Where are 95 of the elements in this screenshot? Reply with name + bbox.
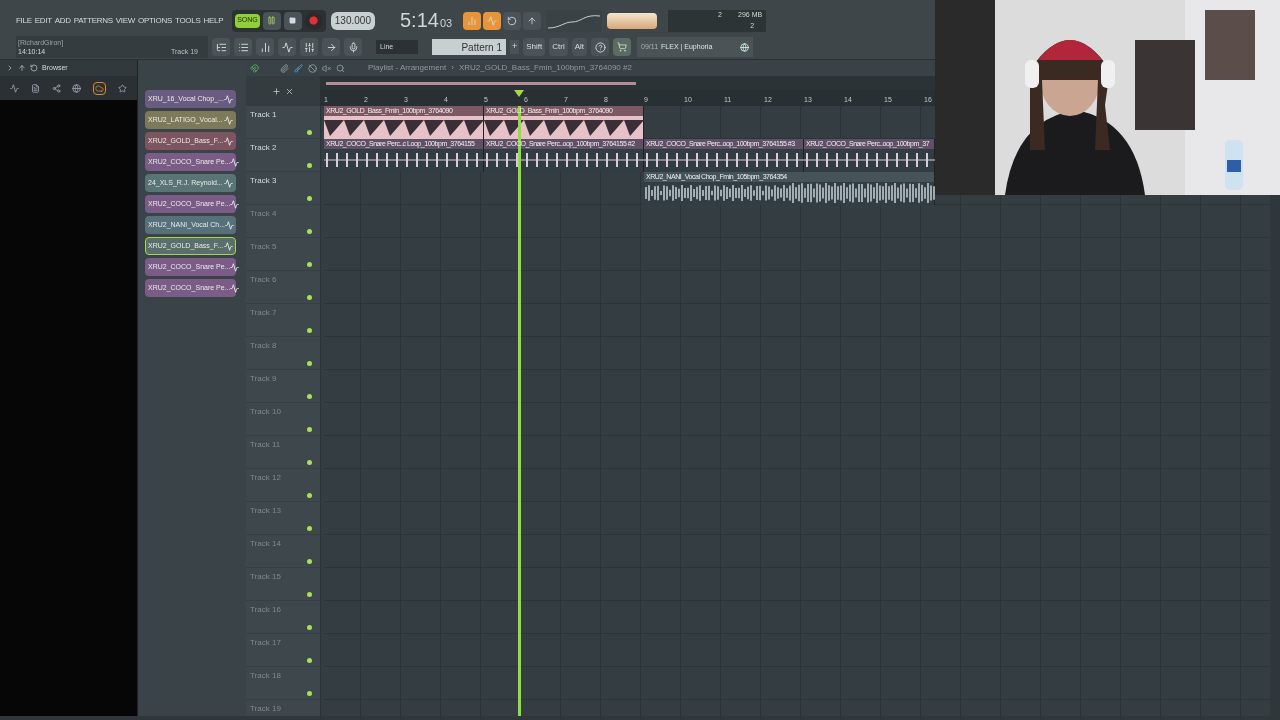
track-mute-led[interactable] (307, 625, 312, 630)
menu-item[interactable]: FILE (16, 14, 32, 27)
arrow-button[interactable] (322, 38, 340, 57)
waveform-icon (230, 262, 240, 272)
track-mute-led[interactable] (307, 262, 312, 267)
bars-icon (467, 15, 478, 26)
waveform-icon (230, 283, 240, 293)
track-mute-led[interactable] (307, 691, 312, 696)
waveform-icon (225, 220, 235, 230)
microphone-icon (347, 41, 359, 53)
volume-meter (607, 12, 658, 29)
song-position: 5:14 (399, 9, 439, 30)
cart-icon (617, 42, 628, 53)
track-mute-led[interactable] (307, 394, 312, 399)
mute-icon (322, 63, 331, 73)
track-name[interactable]: Track 2 (250, 142, 277, 154)
pause-icon (267, 16, 277, 26)
track-mute-led[interactable] (307, 196, 312, 201)
waveform-icon (224, 115, 233, 125)
share-icon (51, 83, 61, 93)
microphone-button[interactable] (344, 38, 362, 57)
menu-item[interactable]: ADD (54, 14, 71, 27)
track-mute-led[interactable] (307, 130, 312, 135)
magnet-icon (250, 63, 259, 73)
pulse-icon (487, 15, 498, 26)
delete-icon (308, 63, 317, 73)
add-pattern-button[interactable]: + (510, 40, 520, 54)
waveform-icon (9, 83, 19, 93)
globe-icon (740, 42, 750, 52)
stop-icon (289, 17, 297, 25)
close-icon (285, 86, 294, 96)
file-icon (30, 83, 40, 93)
track-mute-led[interactable] (307, 592, 312, 597)
menu-item[interactable]: EDIT (34, 14, 52, 27)
track-mute-led[interactable] (307, 658, 312, 663)
waveform-icon (224, 136, 233, 146)
track-mute-led[interactable] (307, 328, 312, 333)
pulse-icon (281, 41, 293, 53)
sliders-icon (303, 41, 315, 53)
waveform-icon (224, 178, 233, 188)
stop-button[interactable] (283, 11, 302, 30)
brush-icon (294, 63, 303, 73)
tree-icon (215, 41, 227, 53)
loop-icon (507, 15, 518, 26)
track-name[interactable]: Track 3 (250, 175, 277, 187)
track-mute-led[interactable] (307, 559, 312, 564)
zoom-icon (336, 63, 345, 73)
cloud-button[interactable] (93, 81, 107, 95)
help-button[interactable] (591, 38, 610, 57)
globe-icon (72, 83, 82, 93)
tempo-field[interactable]: 130.000 (330, 11, 375, 30)
waveform-icon (224, 241, 233, 251)
menu-item[interactable]: TOOLS (175, 14, 201, 27)
up-arrow-icon (527, 15, 538, 26)
waveform-icon (230, 199, 240, 209)
modifier-key[interactable]: Ctrl (549, 38, 568, 57)
record-icon (309, 16, 319, 26)
playlist-title: Playlist - Arrangement (368, 62, 447, 74)
track-mute-led[interactable] (307, 295, 312, 300)
current-pattern: XRU2_GOLD_Bass_Fmin_100bpm_3764090 #2 (458, 62, 632, 74)
track-mute-led[interactable] (307, 526, 312, 531)
star-icon (118, 83, 128, 93)
track-mute-led[interactable] (307, 427, 312, 432)
help-icon (594, 41, 606, 53)
track-mute-led[interactable] (307, 229, 312, 234)
list-icon (237, 41, 249, 53)
cloud-icon (95, 83, 105, 93)
pattern-selector[interactable]: Pattern 1 (432, 39, 506, 56)
modifier-key[interactable]: Alt (571, 38, 588, 57)
loop-record-button[interactable] (503, 11, 522, 30)
track-mute-led[interactable] (307, 460, 312, 465)
add-icon (272, 86, 281, 96)
right-arrow-icon (325, 41, 337, 53)
modifier-key[interactable]: Shift (523, 38, 546, 57)
menu-item[interactable]: OPTIONS (138, 14, 172, 27)
up-arrow-icon (18, 64, 26, 72)
song-position-ticks: 03 (439, 15, 453, 31)
oscilloscope-icon (546, 9, 603, 32)
bars-icon (259, 41, 271, 53)
breadcrumb-separator: › (451, 62, 454, 74)
waveform-icon (224, 94, 233, 104)
track-mute-led[interactable] (307, 361, 312, 366)
waveform-icon (230, 157, 240, 167)
shop-button[interactable] (613, 38, 632, 57)
menu-item[interactable]: PATTERNS (73, 14, 113, 27)
track-name[interactable]: Track 1 (250, 109, 277, 121)
pause-button[interactable] (262, 11, 281, 30)
expand-icon (6, 64, 14, 72)
track-mute-led[interactable] (307, 163, 312, 168)
scroll-overview[interactable] (326, 81, 636, 85)
menu-item[interactable]: VIEW (115, 14, 136, 27)
undo-icon (30, 64, 38, 72)
menu-item[interactable]: HELP (203, 14, 224, 27)
track-mute-led[interactable] (307, 493, 312, 498)
paperclip-icon (280, 63, 289, 73)
